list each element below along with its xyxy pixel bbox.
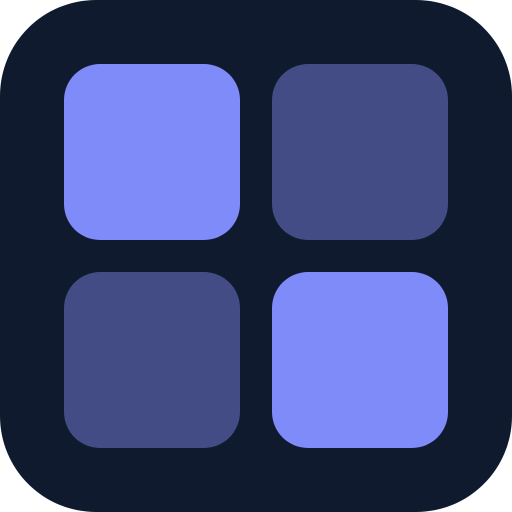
grid-tile-top-left [64,64,240,240]
grid-tile-bottom-left [64,272,240,448]
grid-tile-top-right [272,64,448,240]
grid-tile-bottom-right [272,272,448,448]
grid-icon [0,0,512,512]
